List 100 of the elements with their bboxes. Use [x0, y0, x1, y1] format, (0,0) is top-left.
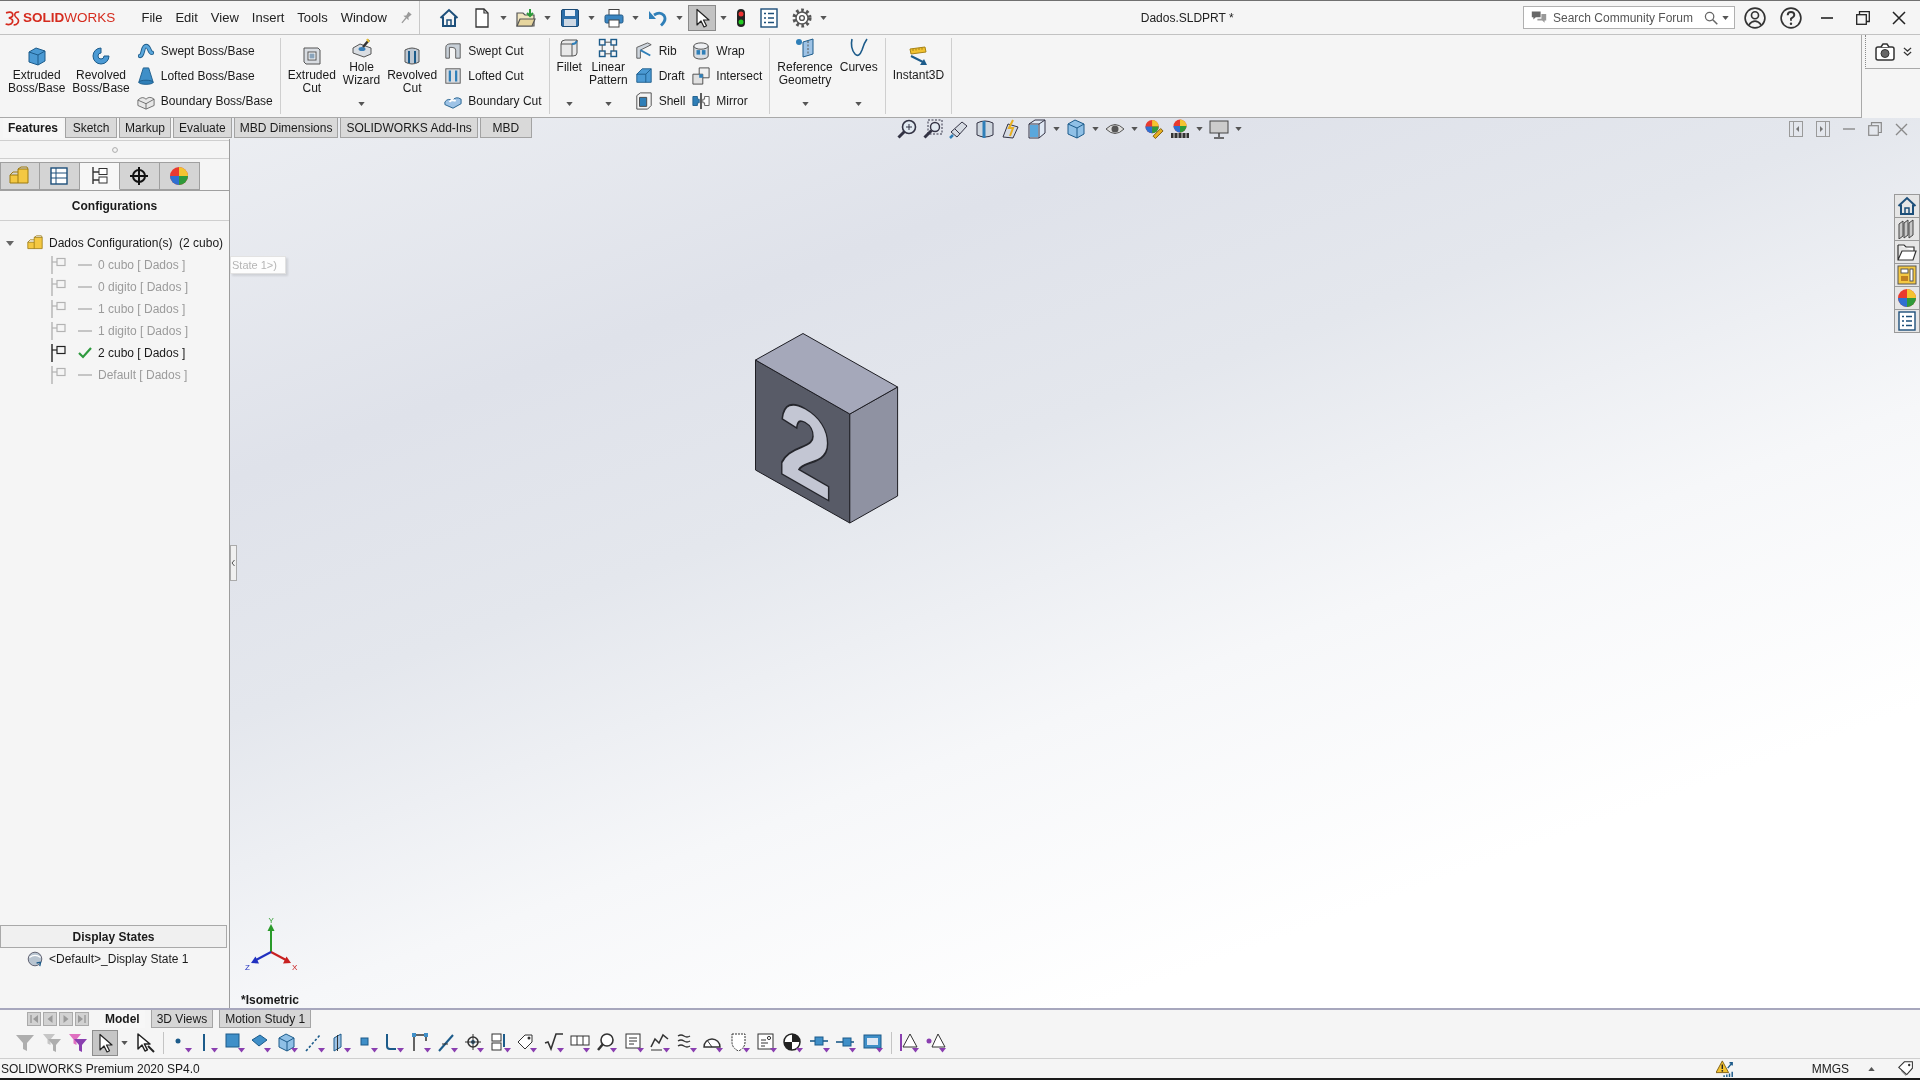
home-icon[interactable]	[1894, 194, 1920, 217]
ribbon-button[interactable]: Lofted Boss/Base	[135, 65, 274, 87]
list-item[interactable]: <Default>_Display State 1	[49, 952, 189, 966]
tab[interactable]: Motion Study 1	[219, 1010, 312, 1028]
tag-icon[interactable]	[1898, 1060, 1914, 1077]
cursor-icon[interactable]	[91, 1030, 118, 1056]
palette-tiles-icon[interactable]	[1894, 263, 1920, 286]
ribbon-button[interactable]: Boundary Cut	[443, 90, 543, 113]
camera-icon[interactable]	[1874, 41, 1895, 62]
user-icon[interactable]	[1744, 6, 1766, 29]
color-ball-pencil-icon[interactable]	[1144, 119, 1164, 139]
caret-icon[interactable]	[1868, 1066, 1875, 1071]
ribbon-button[interactable]: Hole Wizard	[339, 38, 384, 114]
caret-icon[interactable]	[676, 15, 684, 20]
caret-icon[interactable]	[820, 15, 828, 20]
ribbon-button[interactable]: Curves	[836, 38, 881, 114]
shaded-cube-icon[interactable]	[1066, 119, 1086, 139]
ribbon-button[interactable]: Intersect	[691, 65, 764, 87]
dashed-magnifier-icon[interactable]	[923, 119, 943, 139]
ribbon-button[interactable]: Wrap	[691, 39, 764, 62]
ribbon-button[interactable]: Swept Cut	[443, 39, 543, 62]
units-selector[interactable]: MMGS	[1811, 1061, 1849, 1076]
folder-icon[interactable]	[1894, 240, 1920, 263]
ribbon-button[interactable]: Shell	[633, 90, 687, 113]
restore-icon[interactable]	[1856, 10, 1870, 25]
ribbon-button[interactable]: Revolved Boss/Base	[69, 38, 133, 114]
caret-icon[interactable]	[500, 15, 508, 20]
caret-icon[interactable]	[1053, 127, 1060, 131]
tree-structure-icon[interactable]	[80, 162, 120, 190]
caret-icon[interactable]	[1235, 127, 1242, 131]
tree-item[interactable]: Dados Configuration(s) (2 cubo)	[49, 236, 224, 250]
lightning-icon[interactable]	[1001, 119, 1021, 139]
tile-right-icon[interactable]	[1816, 121, 1830, 137]
tab[interactable]: MBD	[479, 118, 532, 138]
caret-icon	[358, 102, 365, 106]
list-icon[interactable]	[1894, 309, 1920, 333]
branch-icon	[50, 366, 66, 384]
caret-icon[interactable]	[1131, 127, 1138, 131]
monitor-icon[interactable]	[1209, 119, 1229, 139]
tab[interactable]: MBD Dimensions	[233, 118, 339, 138]
collapse-handle-icon[interactable]	[230, 545, 237, 581]
help-icon[interactable]	[1780, 6, 1802, 29]
ball-on-floor-icon[interactable]	[1170, 119, 1190, 139]
view-cube-icon[interactable]	[1027, 119, 1047, 139]
menu-item[interactable]: Insert	[245, 8, 291, 27]
double-chevron-icon[interactable]	[1902, 47, 1912, 56]
plane-point-icon	[795, 38, 816, 58]
ribbon-button[interactable]: Boundary Boss/Base	[135, 90, 274, 113]
caret-icon	[855, 102, 863, 106]
telescope-icon[interactable]	[949, 119, 969, 139]
caret-icon[interactable]	[1092, 127, 1099, 131]
tab[interactable]: SOLIDWORKS Add-Ins	[340, 118, 478, 138]
ribbon-button[interactable]: Draft	[633, 65, 687, 87]
caret-icon[interactable]	[720, 15, 728, 20]
ribbon-button[interactable]: Reference Geometry	[774, 38, 836, 114]
ribbon-button[interactable]: Lofted Cut	[443, 65, 543, 87]
tab[interactable]: 3D Views	[150, 1010, 214, 1028]
ribbon-button[interactable]: Swept Boss/Base	[135, 39, 274, 62]
minimize-icon[interactable]	[1821, 16, 1833, 19]
menu-item[interactable]: Window	[334, 8, 394, 27]
curve-icon	[848, 38, 869, 58]
branch-icon	[50, 278, 66, 296]
magnifier-icon[interactable]	[897, 119, 917, 139]
menu-item[interactable]: Edit	[168, 8, 205, 27]
crosshair-icon[interactable]	[120, 162, 160, 190]
warning-icon[interactable]	[1715, 1059, 1734, 1078]
ribbon-button[interactable]: Mirror	[691, 90, 764, 113]
caret-icon[interactable]	[588, 15, 596, 20]
ribbon-button[interactable]: Fillet	[553, 38, 585, 114]
axis-label: Y	[268, 916, 274, 925]
ribbon-button[interactable]: Linear Pattern	[585, 38, 631, 114]
tree-item[interactable]: 2 cubo [ Dados ]	[98, 346, 186, 360]
menu-item[interactable]: File	[135, 8, 169, 27]
ribbon-button[interactable]: Rib	[633, 39, 687, 62]
tab[interactable]: Evaluate	[173, 118, 232, 138]
cut-cylinder-icon	[402, 46, 423, 66]
menu-item[interactable]: Tools	[290, 8, 335, 27]
tab[interactable]: Sketch	[65, 118, 118, 138]
expand-triangle-icon[interactable]	[6, 240, 14, 246]
caret-icon[interactable]	[120, 1041, 128, 1045]
arch-block-icon	[444, 41, 463, 60]
sectioned-cylinder-icon[interactable]	[975, 119, 995, 139]
ribbon-button[interactable]: Extruded Boss/Base	[5, 38, 69, 114]
books-icon[interactable]	[1894, 217, 1920, 240]
cursor-icon[interactable]	[688, 4, 717, 31]
close-icon[interactable]	[1892, 10, 1906, 25]
tile-left-icon[interactable]	[1789, 121, 1803, 137]
ribbon-button[interactable]: Revolved Cut	[384, 38, 441, 114]
logo-icon	[4, 9, 20, 26]
caret-icon[interactable]	[1196, 127, 1203, 131]
ribbon-button[interactable]: Extruded Cut	[284, 38, 339, 114]
table-icon[interactable]	[40, 162, 80, 190]
search-field[interactable]: Search Community Forum	[1523, 6, 1735, 29]
menu-item[interactable]: View	[204, 8, 246, 27]
pin-icon[interactable]	[399, 10, 414, 25]
caret-icon[interactable]	[544, 15, 552, 20]
grip-icon[interactable]	[111, 146, 118, 153]
tab[interactable]: Markup	[119, 118, 172, 138]
ribbon-button[interactable]: Instant3D	[889, 38, 948, 114]
caret-icon[interactable]	[632, 15, 640, 20]
